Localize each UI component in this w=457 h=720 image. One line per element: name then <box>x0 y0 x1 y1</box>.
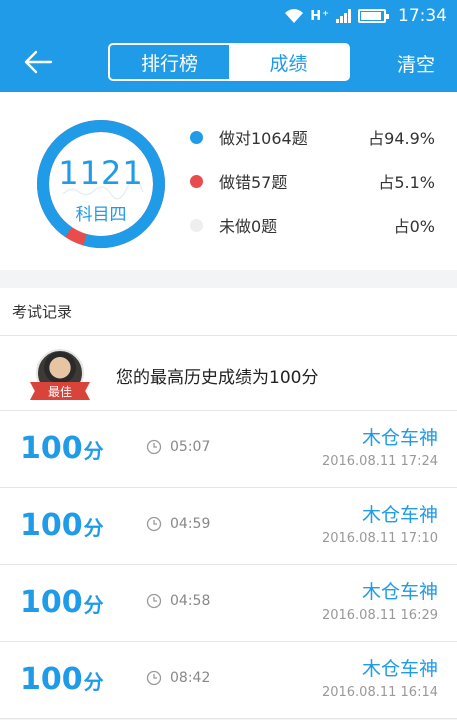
record-date: 2016.08.11 17:10 <box>321 531 438 546</box>
wifi-icon <box>285 9 304 23</box>
clock-icon <box>146 670 162 686</box>
record-duration: 08:42 <box>170 670 211 686</box>
record-duration: 05:07 <box>170 439 211 455</box>
stat-correct: 做对1064题 占94.9% <box>190 122 435 152</box>
stat-percent: 占0% <box>393 217 435 236</box>
subject-name: 科目四 <box>75 205 127 225</box>
back-arrow-icon[interactable] <box>20 46 60 78</box>
signal-strength-icon <box>336 9 351 23</box>
stat-label: 做错57题 <box>219 173 288 192</box>
stat-unanswered: 未做0题 占0% <box>190 210 435 240</box>
record-user: 木仓车神 <box>361 504 438 526</box>
record-duration: 04:58 <box>170 593 211 609</box>
correct-dot-icon <box>190 130 203 144</box>
record-item[interactable]: 100分 05:07 木仓车神 2016.08.11 17:24 <box>0 411 457 488</box>
record-date: 2016.08.11 17:24 <box>321 454 438 469</box>
stat-percent: 占5.1% <box>378 173 435 192</box>
total-questions: 1121 <box>58 154 144 192</box>
clear-button[interactable]: 清空 <box>397 50 435 77</box>
section-title: 考试记录 <box>0 288 457 336</box>
record-item[interactable]: 100分 04:58 木仓车神 2016.08.11 16:29 <box>0 565 457 642</box>
record-date: 2016.08.11 16:14 <box>321 685 438 700</box>
clock-icon <box>146 516 162 532</box>
record-score: 100分 <box>20 508 104 543</box>
tab-scores[interactable]: 成绩 <box>229 45 348 79</box>
record-score: 100分 <box>20 662 104 697</box>
section-divider <box>0 270 457 288</box>
segmented-control: 排行榜 成绩 <box>108 43 350 81</box>
best-score-row: 最佳 您的最高历史成绩为100分 <box>0 336 457 411</box>
status-time: 17:34 <box>398 6 447 26</box>
clock-icon <box>146 593 162 609</box>
record-item[interactable]: 100分 04:59 木仓车神 2016.08.11 17:10 <box>0 488 457 565</box>
record-duration: 04:59 <box>170 516 211 532</box>
record-list: 100分 05:07 木仓车神 2016.08.11 17:24 100分 04… <box>0 411 457 719</box>
nav-bar: 排行榜 成绩 清空 <box>0 32 457 92</box>
stat-wrong: 做错57题 占5.1% <box>190 166 435 196</box>
tab-leaderboard[interactable]: 排行榜 <box>110 45 229 79</box>
battery-icon <box>358 9 389 23</box>
stat-percent: 占94.9% <box>368 129 435 148</box>
record-user: 木仓车神 <box>361 427 438 449</box>
best-badge: 最佳 <box>30 382 90 400</box>
record-date: 2016.08.11 16:29 <box>321 608 438 623</box>
record-score: 100分 <box>20 431 104 466</box>
record-user: 木仓车神 <box>361 581 438 603</box>
score-summary: 1121 科目四 做对1064题 占94.9% 做错57题 占5.1% 未做0题… <box>0 92 457 270</box>
status-bar: H⁺ 17:34 <box>0 0 457 32</box>
signal-type-icon: H⁺ <box>310 8 330 24</box>
record-item[interactable]: 100分 08:42 木仓车神 2016.08.11 16:14 <box>0 642 457 719</box>
stat-label: 做对1064题 <box>219 129 308 148</box>
stat-label: 未做0题 <box>219 217 278 236</box>
best-score-text: 您的最高历史成绩为100分 <box>116 368 319 388</box>
wrong-dot-icon <box>190 174 203 188</box>
clock-icon <box>146 439 162 455</box>
record-score: 100分 <box>20 585 104 620</box>
unanswered-dot-icon <box>190 218 203 232</box>
record-user: 木仓车神 <box>361 658 438 680</box>
